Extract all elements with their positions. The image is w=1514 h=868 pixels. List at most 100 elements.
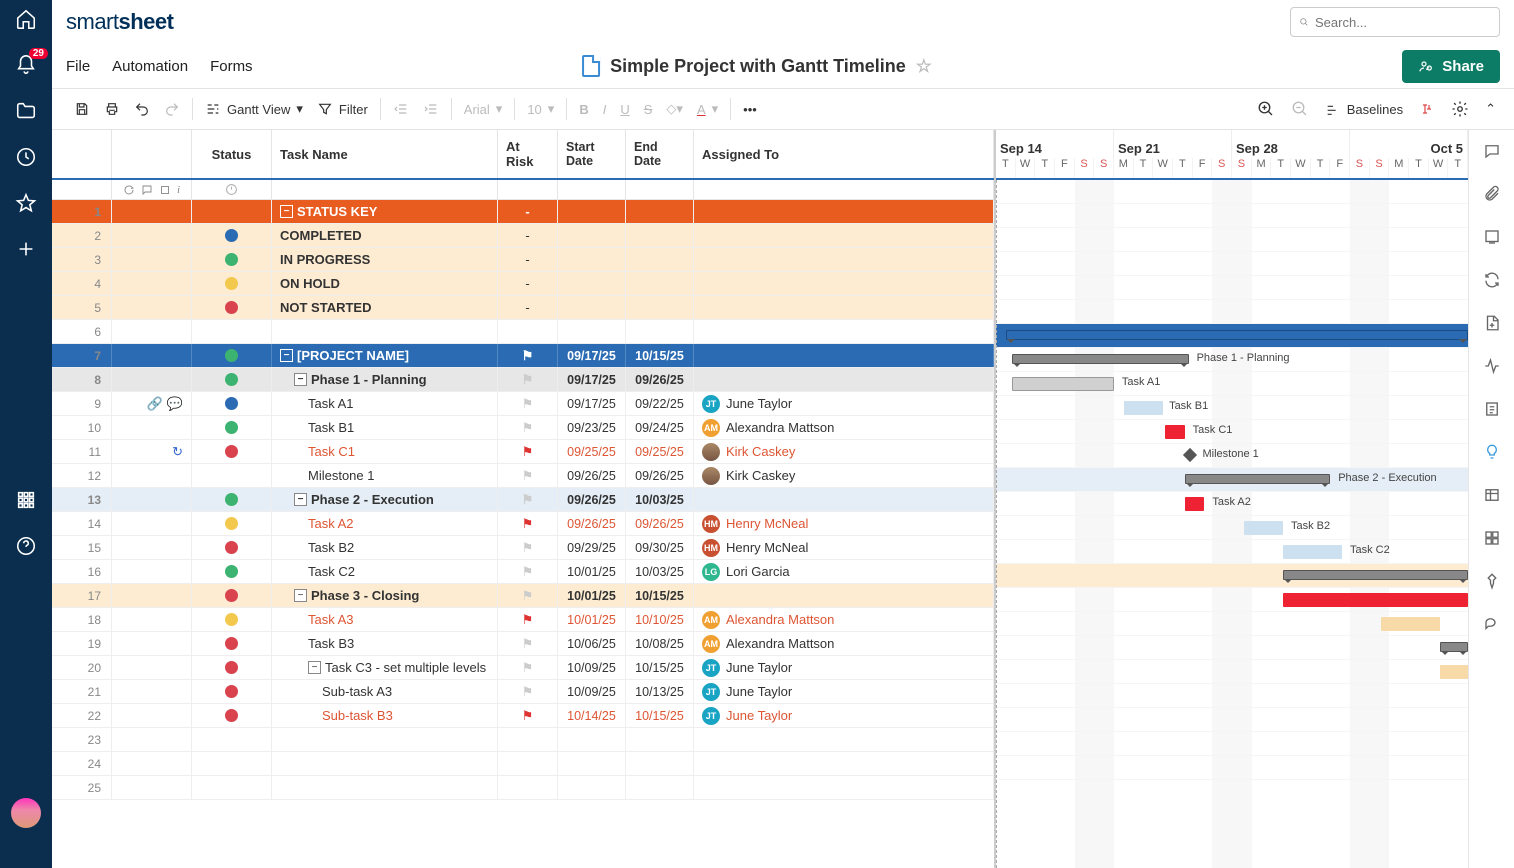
table-row[interactable]: 13−Phase 2 - Execution⚑09/26/2510/03/25 — [52, 488, 994, 512]
logo[interactable]: smartsheet — [66, 9, 173, 35]
text-color-icon[interactable]: A▾ — [697, 101, 718, 117]
table-row[interactable]: 15Task B2⚑09/29/2509/30/25HMHenry McNeal — [52, 536, 994, 560]
attachments-icon[interactable] — [1483, 185, 1501, 206]
gantt-week-label: Sep 21 — [1114, 130, 1232, 158]
zoom-out-icon[interactable] — [1291, 100, 1309, 118]
font-size-selector[interactable]: 10 ▾ — [527, 101, 554, 117]
collapse-panel-icon[interactable]: ⌃ — [1485, 101, 1496, 117]
bold-icon[interactable]: B — [579, 102, 588, 117]
table-row[interactable]: 14Task A2⚑09/26/2509/26/25HMHenry McNeal — [52, 512, 994, 536]
fill-color-icon[interactable]: ◇▾ — [666, 101, 683, 117]
table-row[interactable]: 12Milestone 1⚑09/26/2509/26/25Kirk Caske… — [52, 464, 994, 488]
table-row[interactable]: 25 — [52, 776, 994, 800]
user-avatar[interactable] — [11, 798, 41, 828]
recent-icon[interactable] — [0, 146, 52, 168]
italic-icon[interactable]: I — [603, 102, 607, 117]
indent-icon[interactable] — [423, 101, 439, 117]
task-grid: Status Task Name At Risk Start Date End … — [52, 130, 996, 868]
view-selector[interactable]: Gantt View ▾ — [205, 101, 303, 117]
table-row[interactable]: 6 — [52, 320, 994, 344]
search-field[interactable] — [1315, 15, 1491, 30]
add-icon[interactable] — [0, 238, 52, 260]
col-start[interactable]: Start Date — [558, 130, 626, 178]
table-row[interactable]: 7−[PROJECT NAME]⚑09/17/2510/15/25 — [52, 344, 994, 368]
format-icon[interactable] — [1483, 529, 1501, 550]
sheet-icon — [582, 55, 600, 77]
table-row[interactable]: 17−Phase 3 - Closing⚑10/01/2510/15/25 — [52, 584, 994, 608]
table-row[interactable]: 8−Phase 1 - Planning⚑09/17/2509/26/25 — [52, 368, 994, 392]
table-row[interactable]: 23 — [52, 728, 994, 752]
underline-icon[interactable]: U — [620, 102, 629, 117]
favorites-icon[interactable] — [0, 192, 52, 214]
notifications-icon[interactable]: 29 — [0, 54, 52, 76]
gantt-week-label: Sep 14 — [996, 130, 1114, 158]
more-icon[interactable]: ••• — [743, 102, 757, 117]
update-requests-icon[interactable] — [1483, 271, 1501, 292]
table-row[interactable]: 2COMPLETED- — [52, 224, 994, 248]
apps-icon[interactable] — [0, 489, 52, 511]
collapse-toggle[interactable]: − — [294, 373, 307, 386]
notification-badge: 29 — [29, 48, 48, 59]
left-nav-rail: 29 — [0, 0, 52, 868]
settings-icon[interactable] — [1451, 100, 1469, 118]
sheet-title: Simple Project with Gantt Timeline ☆ — [582, 55, 932, 77]
menu-automation[interactable]: Automation — [112, 58, 188, 75]
proofs-icon[interactable] — [1483, 228, 1501, 249]
col-end[interactable]: End Date — [626, 130, 694, 178]
table-row[interactable]: 21Sub-task A3⚑10/09/2510/13/25JTJune Tay… — [52, 680, 994, 704]
table-row[interactable]: 10Task B1⚑09/23/2509/24/25AMAlexandra Ma… — [52, 416, 994, 440]
print-icon[interactable] — [104, 101, 120, 117]
menu-bar: File Automation Forms — [66, 58, 253, 75]
table-row[interactable]: 24 — [52, 752, 994, 776]
table-row[interactable]: 11↻Task C1⚑09/25/2509/25/25Kirk Caskey — [52, 440, 994, 464]
strikethrough-icon[interactable]: S — [644, 102, 653, 117]
table-row[interactable]: 3IN PROGRESS- — [52, 248, 994, 272]
menu-forms[interactable]: Forms — [210, 58, 253, 75]
pin-icon[interactable] — [1483, 572, 1501, 593]
col-assigned[interactable]: Assigned To — [694, 130, 994, 178]
baselines-button[interactable]: Baselines — [1325, 101, 1403, 117]
home-icon[interactable] — [0, 8, 52, 30]
collapse-toggle[interactable]: − — [280, 349, 293, 362]
summary-icon[interactable] — [1483, 400, 1501, 421]
table-row[interactable]: 1−STATUS KEY- — [52, 200, 994, 224]
collapse-toggle[interactable]: − — [294, 589, 307, 602]
table-row[interactable]: 16Task C2⚑10/01/2510/03/25LGLori Garcia — [52, 560, 994, 584]
gantt-week-label: Oct 5 — [1350, 130, 1468, 158]
undo-icon[interactable] — [134, 101, 150, 117]
work-insights-icon[interactable] — [1483, 443, 1501, 464]
table-row[interactable]: 22Sub-task B3⚑10/14/2510/15/25JTJune Tay… — [52, 704, 994, 728]
zoom-in-icon[interactable] — [1257, 100, 1275, 118]
redo-icon[interactable] — [164, 101, 180, 117]
gantt-chart[interactable]: Sep 14Sep 21Sep 28Oct 5 TWTFSSMTWTFSSMTW… — [996, 130, 1468, 868]
save-icon[interactable] — [74, 101, 90, 117]
collapse-toggle[interactable]: − — [308, 661, 321, 674]
table-row[interactable]: 18Task A3⚑10/01/2510/10/25AMAlexandra Ma… — [52, 608, 994, 632]
connections-icon[interactable] — [1483, 615, 1501, 636]
table-row[interactable]: 4ON HOLD- — [52, 272, 994, 296]
table-row[interactable]: 19Task B3⚑10/06/2510/08/25AMAlexandra Ma… — [52, 632, 994, 656]
col-status[interactable]: Status — [192, 130, 272, 178]
folder-icon[interactable] — [0, 100, 52, 122]
publish-icon[interactable] — [1483, 314, 1501, 335]
table-row[interactable]: 5NOT STARTED- — [52, 296, 994, 320]
activity-log-icon[interactable] — [1483, 357, 1501, 378]
table-row[interactable]: 20−Task C3 - set multiple levels⚑10/09/2… — [52, 656, 994, 680]
filter-button[interactable]: Filter — [317, 101, 368, 117]
menu-file[interactable]: File — [66, 58, 90, 75]
outdent-icon[interactable] — [393, 101, 409, 117]
help-icon[interactable] — [0, 535, 52, 557]
search-input[interactable] — [1290, 7, 1500, 37]
gantt-week-label: Sep 28 — [1232, 130, 1350, 158]
collapse-toggle[interactable]: − — [294, 493, 307, 506]
share-button[interactable]: Share — [1402, 50, 1500, 83]
cell-history-icon[interactable] — [1483, 486, 1501, 507]
critical-path-icon[interactable] — [1419, 101, 1435, 117]
collapse-toggle[interactable]: − — [280, 205, 293, 218]
table-row[interactable]: 9🔗💬Task A1⚑09/17/2509/22/25JTJune Taylor — [52, 392, 994, 416]
conversations-icon[interactable] — [1483, 142, 1501, 163]
col-task[interactable]: Task Name — [272, 130, 498, 178]
favorite-star-icon[interactable]: ☆ — [916, 56, 932, 77]
col-risk[interactable]: At Risk — [498, 130, 558, 178]
font-selector[interactable]: Arial ▾ — [464, 101, 503, 117]
